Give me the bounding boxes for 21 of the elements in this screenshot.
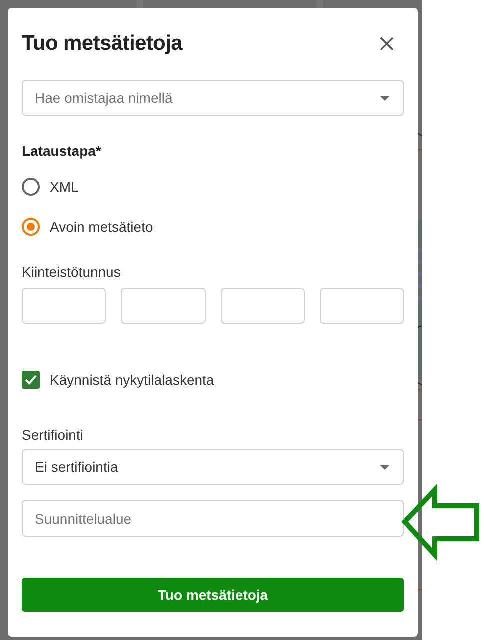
radio-button[interactable]	[22, 218, 40, 236]
dialog-title: Tuo metsätietoja	[22, 32, 183, 56]
checkbox-label: Käynnistä nykytilalaskenta	[50, 372, 214, 388]
property-id-field[interactable]	[320, 288, 404, 324]
field-label: Sertifiointi	[22, 426, 84, 444]
radio-label: Avoin metsätieto	[50, 219, 154, 235]
dropdown-caret-icon[interactable]	[380, 465, 390, 470]
search-dropdown[interactable]: Hae omistajaa nimellä	[22, 80, 404, 116]
dropdown[interactable]: Ei sertifiointia	[22, 449, 404, 485]
planning-area-field[interactable]: Suunnittelualue	[22, 500, 404, 537]
dropdown-caret-icon[interactable]	[380, 96, 390, 101]
property-id-field[interactable]	[220, 288, 305, 324]
property-id-field[interactable]	[121, 288, 206, 324]
import-button[interactable]: Tuo metsätietoja	[22, 578, 404, 612]
field-label: Kiinteistötunnus	[22, 263, 122, 281]
section-label: Lataustapa*	[22, 142, 102, 160]
close-icon[interactable]	[380, 37, 394, 51]
checkbox[interactable]	[22, 371, 40, 389]
radio-label: XML	[50, 179, 79, 195]
property-id-field[interactable]	[22, 288, 106, 324]
radio-button[interactable]	[22, 178, 40, 196]
